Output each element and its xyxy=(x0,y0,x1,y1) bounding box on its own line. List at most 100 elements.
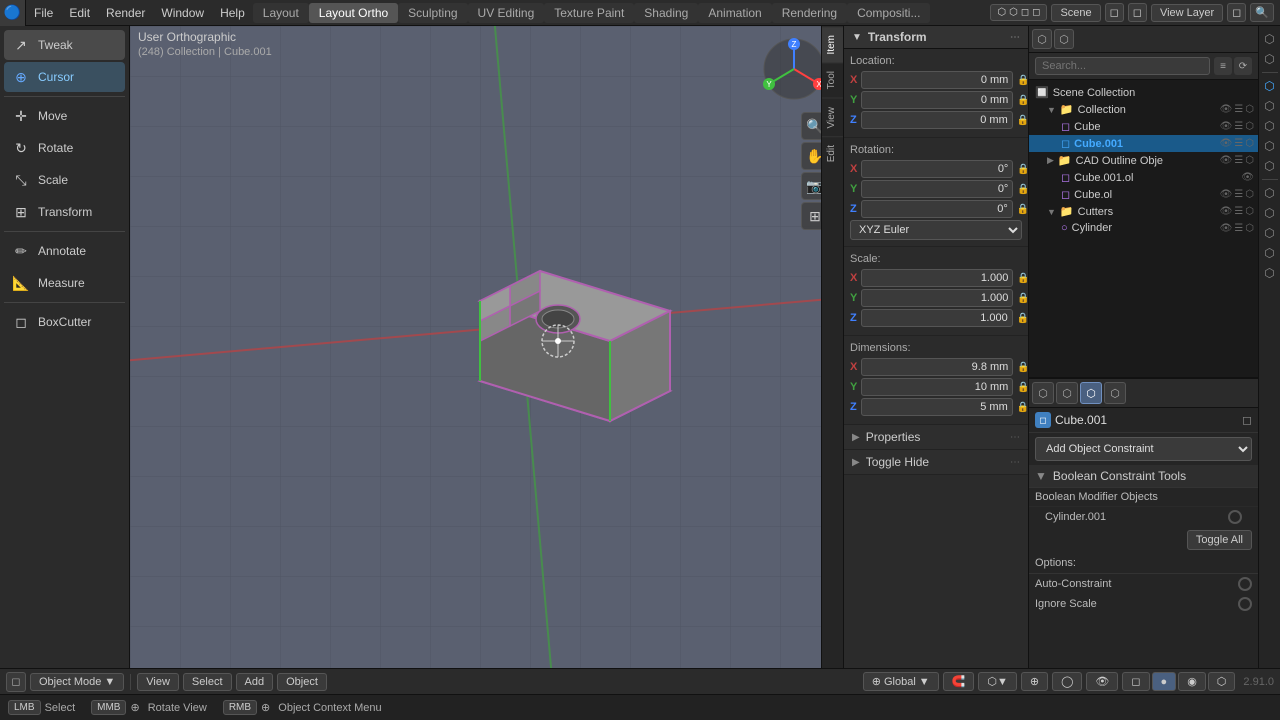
cube001-vis-2[interactable]: ☰ xyxy=(1234,138,1243,149)
outliner-cube001ol[interactable]: ◻ Cube.001.ol 👁 xyxy=(1029,169,1258,186)
cad-vis-1[interactable]: 👁 xyxy=(1220,155,1233,166)
tab-item[interactable]: Item xyxy=(822,26,843,62)
cube-vis-2[interactable]: ☰ xyxy=(1234,121,1243,132)
cutters-vis-3[interactable]: ⬡ xyxy=(1245,206,1254,217)
dimensions-y-lock[interactable]: 🔒 xyxy=(1017,382,1028,393)
tab-texture-paint[interactable]: Texture Paint xyxy=(544,3,634,23)
tool-rotate[interactable]: ↻ Rotate xyxy=(4,133,125,163)
location-z-lock[interactable]: 🔒 xyxy=(1017,115,1028,126)
sidebar-icon-1[interactable]: ⬡ xyxy=(1261,30,1279,48)
outliner-cylinder[interactable]: ○ Cylinder 👁 ☰ ⬡ xyxy=(1029,220,1258,236)
collection-vis-2[interactable]: ☰ xyxy=(1234,104,1243,115)
add-object-constraint-dropdown[interactable]: Add Object Constraint xyxy=(1035,437,1252,461)
scene-selector[interactable]: Scene xyxy=(1051,4,1100,22)
scale-x-lock[interactable]: 🔒 xyxy=(1017,273,1028,284)
outliner-cubeol[interactable]: ◻ Cube.ol 👁 ☰ ⬡ xyxy=(1029,186,1258,203)
tab-tool[interactable]: Tool xyxy=(822,62,843,97)
dimensions-x-lock[interactable]: 🔒 xyxy=(1017,362,1028,373)
cylinder-vis-2[interactable]: ☰ xyxy=(1234,223,1243,234)
mode-icon[interactable]: ◻ xyxy=(6,672,26,692)
cube001-vis-1[interactable]: 👁 xyxy=(1220,138,1233,149)
menu-file[interactable]: File xyxy=(26,4,61,22)
properties-section[interactable]: ▶ Properties ⋯ xyxy=(844,425,1028,450)
prop-icon-output[interactable]: ⬡ xyxy=(1056,382,1078,404)
sidebar-icon-7[interactable]: ⬡ xyxy=(1261,157,1279,175)
auto-constraint-radio[interactable] xyxy=(1238,577,1252,591)
rotation-x-lock[interactable]: 🔒 xyxy=(1017,164,1028,175)
menu-window[interactable]: Window xyxy=(153,4,212,22)
cylinder-vis-3[interactable]: ⬡ xyxy=(1245,223,1254,234)
outliner-scene-collection[interactable]: 🔲 Scene Collection xyxy=(1029,84,1258,101)
rotation-y-input[interactable] xyxy=(861,180,1013,198)
solid-btn[interactable]: ● xyxy=(1152,672,1177,691)
rotation-z-lock[interactable]: 🔒 xyxy=(1017,204,1028,215)
tab-shading[interactable]: Shading xyxy=(634,3,698,23)
tab-layout[interactable]: Layout xyxy=(253,3,309,23)
view-btn[interactable]: View xyxy=(137,673,179,691)
transform-panel-header[interactable]: ▼ Transform ⋯ xyxy=(844,26,1028,49)
prop-icon-scene[interactable]: ⬡ xyxy=(1104,382,1126,404)
scale-y-input[interactable] xyxy=(861,289,1013,307)
outliner-sync-icon[interactable]: ⟳ xyxy=(1234,57,1252,75)
sidebar-icon-8[interactable]: ⬡ xyxy=(1261,184,1279,202)
object-expand-icon[interactable]: ◻ xyxy=(1242,413,1252,427)
sidebar-icon-9[interactable]: ⬡ xyxy=(1261,204,1279,222)
location-y-input[interactable] xyxy=(861,91,1013,109)
engine-selector[interactable]: ⬡ ⬡ ◻ ◻ xyxy=(990,4,1047,21)
location-z-input[interactable] xyxy=(861,111,1013,129)
prop-icon-render[interactable]: ⬡ xyxy=(1032,382,1054,404)
tool-transform[interactable]: ⊞ Transform xyxy=(4,197,125,227)
tool-measure[interactable]: 📐 Measure xyxy=(4,268,125,298)
ignore-scale-radio[interactable] xyxy=(1238,597,1252,611)
tab-sculpting[interactable]: Sculpting xyxy=(398,3,467,23)
outliner-icon-1[interactable]: ⬡ xyxy=(1032,29,1052,49)
dimensions-z-input[interactable] xyxy=(861,398,1013,416)
sidebar-icon-3[interactable]: ⬡ xyxy=(1261,77,1279,95)
sidebar-icon-4[interactable]: ⬡ xyxy=(1261,97,1279,115)
cube001ol-vis-1[interactable]: 👁 xyxy=(1241,172,1254,183)
location-x-input[interactable] xyxy=(861,71,1013,89)
tab-animation[interactable]: Animation xyxy=(698,3,771,23)
prop-icon-view[interactable]: ⬡ xyxy=(1080,382,1102,404)
tool-boxcutter[interactable]: ◻ BoxCutter xyxy=(4,307,125,337)
sidebar-icon-2[interactable]: ⬡ xyxy=(1261,50,1279,68)
cutters-vis-2[interactable]: ☰ xyxy=(1234,206,1243,217)
cube001-vis-3[interactable]: ⬡ xyxy=(1245,138,1254,149)
outliner-search-input[interactable] xyxy=(1035,57,1210,75)
location-x-lock[interactable]: 🔒 xyxy=(1017,75,1028,86)
tab-compositing[interactable]: Compositi... xyxy=(847,3,930,23)
menu-edit[interactable]: Edit xyxy=(61,4,98,22)
sidebar-icon-10[interactable]: ⬡ xyxy=(1261,224,1279,242)
cylinder-vis-1[interactable]: 👁 xyxy=(1220,223,1233,234)
outliner-collection[interactable]: ▼ 📁 Collection 👁 ☰ ⬡ xyxy=(1029,101,1258,118)
cube-vis-3[interactable]: ⬡ xyxy=(1245,121,1254,132)
tab-view[interactable]: View xyxy=(822,98,843,137)
toggle-hide-section[interactable]: ▶ Toggle Hide ⋯ xyxy=(844,450,1028,475)
snap-magnet-btn[interactable]: 🧲 xyxy=(943,672,975,691)
cylinder-001-radio[interactable] xyxy=(1228,510,1242,524)
outliner-cad-outline[interactable]: ▶ 📁 CAD Outline Obje 👁 ☰ ⬡ xyxy=(1029,152,1258,169)
sidebar-icon-11[interactable]: ⬡ xyxy=(1261,244,1279,262)
sidebar-icon-12[interactable]: ⬡ xyxy=(1261,264,1279,282)
scale-z-input[interactable] xyxy=(861,309,1013,327)
menu-render[interactable]: Render xyxy=(98,4,153,22)
scene-icons[interactable]: ◻ xyxy=(1128,3,1147,22)
view-layer-selector[interactable]: View Layer xyxy=(1151,4,1223,22)
outliner-cube[interactable]: ◻ Cube 👁 ☰ ⬡ xyxy=(1029,118,1258,135)
boolean-tools-header[interactable]: ▼ Boolean Constraint Tools xyxy=(1029,465,1258,488)
tool-cursor[interactable]: ⊕ Cursor xyxy=(4,62,125,92)
euler-mode-select[interactable]: XYZ Euler xyxy=(850,220,1022,240)
sidebar-icon-5[interactable]: ⬡ xyxy=(1261,117,1279,135)
cad-vis-3[interactable]: ⬡ xyxy=(1245,155,1254,166)
outliner-cube-001[interactable]: ◻ Cube.001 👁 ☰ ⬡ xyxy=(1029,135,1258,152)
mode-selector[interactable]: Object Mode ▼ xyxy=(30,673,124,691)
app-icon[interactable]: 🔵 xyxy=(0,0,26,26)
menu-help[interactable]: Help xyxy=(212,4,253,22)
view-layer-search[interactable]: 🔍 xyxy=(1250,3,1274,22)
viewport[interactable]: User Orthographic (248) Collection | Cub… xyxy=(130,26,843,668)
view-layer-expand[interactable]: ◻ xyxy=(1227,3,1246,22)
view-type-btn[interactable]: 👁 xyxy=(1086,672,1118,691)
tab-layout-ortho[interactable]: Layout Ortho xyxy=(309,3,398,23)
scale-x-input[interactable] xyxy=(861,269,1013,287)
location-y-lock[interactable]: 🔒 xyxy=(1017,95,1028,106)
